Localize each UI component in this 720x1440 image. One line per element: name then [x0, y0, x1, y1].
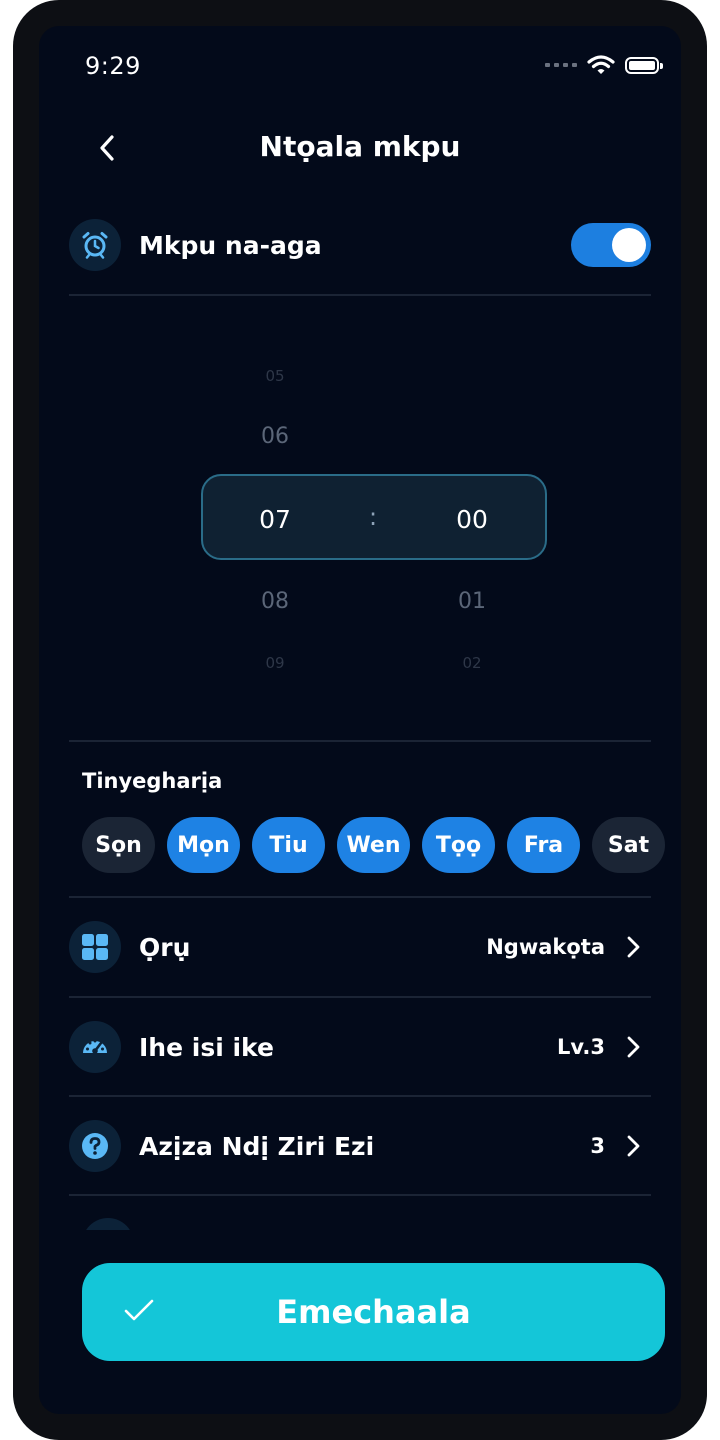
toggle-knob — [612, 228, 646, 262]
confirm-button[interactable]: Emechaala — [82, 1263, 665, 1361]
setting-value: Ngwakọta — [486, 935, 605, 959]
difficulty-icon-badge — [69, 1021, 121, 1073]
gauge-icon — [83, 1039, 107, 1054]
minute-option[interactable]: 01 — [432, 589, 512, 614]
day-chip-tue[interactable]: Tiu — [252, 817, 325, 873]
divider — [69, 996, 651, 998]
day-chip-fri[interactable]: Fra — [507, 817, 580, 873]
status-icons — [545, 54, 663, 76]
alarm-clock-icon — [82, 232, 108, 259]
hour-option[interactable]: 08 — [235, 589, 315, 614]
signal-icon — [545, 63, 577, 67]
divider — [69, 294, 651, 296]
divider — [69, 896, 651, 898]
status-time: 9:29 — [85, 52, 141, 80]
setting-label: Ihe isi ike — [139, 1032, 274, 1062]
divider — [69, 1194, 651, 1196]
day-chip-sun[interactable]: Sọn — [82, 817, 155, 873]
check-icon — [124, 1299, 154, 1321]
battery-icon — [625, 56, 663, 74]
chevron-right-icon — [627, 1036, 640, 1058]
minute-option[interactable]: 02 — [432, 654, 512, 672]
confirm-label: Emechaala — [276, 1293, 471, 1331]
day-chip-thu[interactable]: Tọọ — [422, 817, 495, 873]
setting-row-difficulty[interactable]: Ihe isi ike Lv.3 — [69, 1017, 651, 1077]
next-row-icon-peek — [82, 1218, 134, 1230]
divider — [69, 740, 651, 742]
alarm-icon-badge — [69, 219, 121, 271]
time-separator: : — [368, 503, 378, 531]
day-selector: Sọn Mọn Tiu Wen Tọọ Fra Sat — [82, 817, 665, 873]
task-icon-badge — [69, 921, 121, 973]
question-icon — [82, 1133, 108, 1159]
setting-label: Ọrụ — [139, 932, 191, 962]
selected-hour[interactable]: 07 — [235, 505, 315, 534]
wifi-icon — [587, 55, 615, 74]
day-chip-mon[interactable]: Mọn — [167, 817, 240, 873]
repeat-label: Tinyegharịa — [82, 769, 223, 793]
alarm-row: Mkpu na-aga — [69, 219, 651, 271]
chevron-right-icon — [627, 1135, 640, 1157]
setting-value: Lv.3 — [557, 1035, 605, 1059]
day-chip-wed[interactable]: Wen — [337, 817, 410, 873]
divider — [69, 1095, 651, 1097]
day-chip-sat[interactable]: Sat — [592, 817, 665, 873]
hour-option[interactable]: 05 — [235, 367, 315, 385]
setting-row-task[interactable]: Ọrụ Ngwakọta — [69, 917, 651, 977]
selected-minute[interactable]: 00 — [432, 505, 512, 534]
hour-option[interactable]: 09 — [235, 654, 315, 672]
page-title: Ntọala mkpu — [259, 130, 461, 163]
grid-icon — [82, 934, 108, 960]
phone-frame: 9:29 Ntọala mkpu Mkpu na-aga 05 06 07: … — [13, 0, 707, 1440]
setting-row-correct-answers[interactable]: Azịza Ndị Ziri Ezi 3 — [69, 1116, 651, 1176]
alarm-label: Mkpu na-aga — [139, 230, 322, 260]
question-icon-badge — [69, 1120, 121, 1172]
setting-label: Azịza Ndị Ziri Ezi — [139, 1131, 375, 1161]
alarm-toggle[interactable] — [571, 223, 651, 267]
hour-option[interactable]: 06 — [235, 424, 315, 449]
chevron-right-icon — [627, 936, 640, 958]
setting-value: 3 — [590, 1134, 605, 1158]
